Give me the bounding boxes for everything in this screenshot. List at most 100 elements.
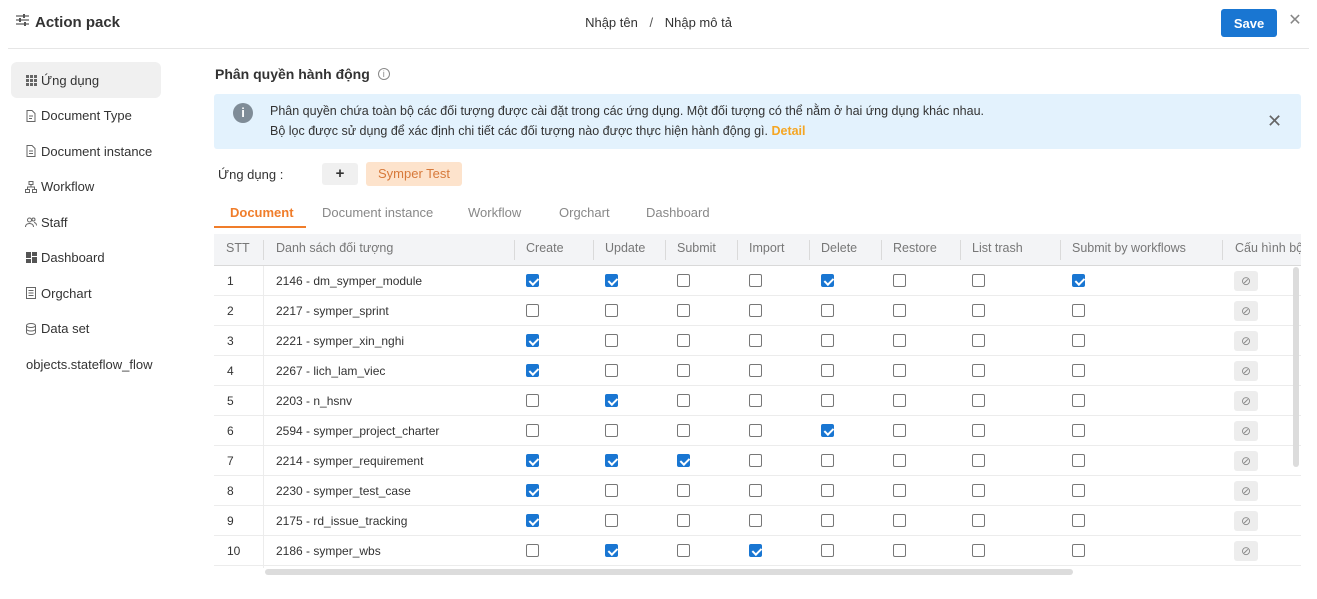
- submit-by-workflows-checkbox[interactable]: [1072, 394, 1085, 407]
- submit-checkbox[interactable]: [677, 484, 690, 497]
- sidebar-item-workflow[interactable]: Workflow: [11, 169, 161, 205]
- submit-by-workflows-checkbox[interactable]: [1072, 514, 1085, 527]
- sidebar-item-staff[interactable]: Staff: [11, 205, 161, 241]
- filter-config-icon[interactable]: ⊘: [1234, 361, 1258, 381]
- import-checkbox[interactable]: [749, 394, 762, 407]
- tab-document-instance[interactable]: Document instance: [322, 205, 433, 220]
- delete-checkbox[interactable]: [821, 424, 834, 437]
- update-checkbox[interactable]: [605, 394, 618, 407]
- import-checkbox[interactable]: [749, 484, 762, 497]
- import-checkbox[interactable]: [749, 274, 762, 287]
- create-checkbox[interactable]: [526, 514, 539, 527]
- close-icon[interactable]: ✕: [1286, 12, 1304, 30]
- submit-checkbox[interactable]: [677, 424, 690, 437]
- submit-by-workflows-checkbox[interactable]: [1072, 334, 1085, 347]
- list-trash-checkbox[interactable]: [972, 334, 985, 347]
- filter-config-icon[interactable]: ⊘: [1234, 271, 1258, 291]
- restore-checkbox[interactable]: [893, 304, 906, 317]
- filter-config-icon[interactable]: ⊘: [1234, 391, 1258, 411]
- detail-link[interactable]: Detail: [771, 124, 805, 138]
- restore-checkbox[interactable]: [893, 334, 906, 347]
- import-checkbox[interactable]: [749, 334, 762, 347]
- tab-document[interactable]: Document: [230, 205, 294, 220]
- create-checkbox[interactable]: [526, 334, 539, 347]
- submit-checkbox[interactable]: [677, 514, 690, 527]
- delete-checkbox[interactable]: [821, 394, 834, 407]
- save-button[interactable]: Save: [1221, 9, 1277, 37]
- update-checkbox[interactable]: [605, 304, 618, 317]
- import-checkbox[interactable]: [749, 364, 762, 377]
- create-checkbox[interactable]: [526, 454, 539, 467]
- create-checkbox[interactable]: [526, 544, 539, 557]
- delete-checkbox[interactable]: [821, 334, 834, 347]
- import-checkbox[interactable]: [749, 424, 762, 437]
- filter-config-icon[interactable]: ⊘: [1234, 451, 1258, 471]
- create-checkbox[interactable]: [526, 364, 539, 377]
- update-checkbox[interactable]: [605, 454, 618, 467]
- submit-by-workflows-checkbox[interactable]: [1072, 274, 1085, 287]
- delete-checkbox[interactable]: [821, 544, 834, 557]
- sidebar-item-ung-dung[interactable]: Ứng dụng: [11, 62, 161, 98]
- name-input[interactable]: Nhập tên: [585, 15, 638, 30]
- sidebar-item-stateflow[interactable]: objects.stateflow_flow: [11, 347, 161, 383]
- update-checkbox[interactable]: [605, 274, 618, 287]
- info-icon[interactable]: i: [377, 68, 390, 80]
- list-trash-checkbox[interactable]: [972, 484, 985, 497]
- restore-checkbox[interactable]: [893, 394, 906, 407]
- restore-checkbox[interactable]: [893, 514, 906, 527]
- update-checkbox[interactable]: [605, 484, 618, 497]
- list-trash-checkbox[interactable]: [972, 364, 985, 377]
- restore-checkbox[interactable]: [893, 544, 906, 557]
- update-checkbox[interactable]: [605, 544, 618, 557]
- list-trash-checkbox[interactable]: [972, 274, 985, 287]
- submit-checkbox[interactable]: [677, 304, 690, 317]
- restore-checkbox[interactable]: [893, 274, 906, 287]
- horizontal-scrollbar[interactable]: [265, 569, 1073, 575]
- submit-by-workflows-checkbox[interactable]: [1072, 304, 1085, 317]
- list-trash-checkbox[interactable]: [972, 454, 985, 467]
- create-checkbox[interactable]: [526, 484, 539, 497]
- filter-config-icon[interactable]: ⊘: [1234, 511, 1258, 531]
- delete-checkbox[interactable]: [821, 454, 834, 467]
- update-checkbox[interactable]: [605, 514, 618, 527]
- submit-by-workflows-checkbox[interactable]: [1072, 364, 1085, 377]
- list-trash-checkbox[interactable]: [972, 304, 985, 317]
- delete-checkbox[interactable]: [821, 484, 834, 497]
- tab-orgchart[interactable]: Orgchart: [559, 205, 610, 220]
- submit-checkbox[interactable]: [677, 334, 690, 347]
- import-checkbox[interactable]: [749, 304, 762, 317]
- delete-checkbox[interactable]: [821, 274, 834, 287]
- list-trash-checkbox[interactable]: [972, 544, 985, 557]
- restore-checkbox[interactable]: [893, 454, 906, 467]
- create-checkbox[interactable]: [526, 424, 539, 437]
- sidebar-item-orgchart[interactable]: Orgchart: [11, 276, 161, 312]
- restore-checkbox[interactable]: [893, 424, 906, 437]
- filter-config-icon[interactable]: ⊘: [1234, 331, 1258, 351]
- filter-config-icon[interactable]: ⊘: [1234, 301, 1258, 321]
- import-checkbox[interactable]: [749, 454, 762, 467]
- submit-checkbox[interactable]: [677, 544, 690, 557]
- submit-checkbox[interactable]: [677, 394, 690, 407]
- tab-workflow[interactable]: Workflow: [468, 205, 521, 220]
- update-checkbox[interactable]: [605, 424, 618, 437]
- submit-by-workflows-checkbox[interactable]: [1072, 484, 1085, 497]
- update-checkbox[interactable]: [605, 364, 618, 377]
- import-checkbox[interactable]: [749, 544, 762, 557]
- vertical-scrollbar[interactable]: [1293, 267, 1299, 467]
- submit-by-workflows-checkbox[interactable]: [1072, 454, 1085, 467]
- submit-checkbox[interactable]: [677, 364, 690, 377]
- filter-config-icon[interactable]: ⊘: [1234, 421, 1258, 441]
- sidebar-item-document-instance[interactable]: Document instance: [11, 134, 161, 170]
- delete-checkbox[interactable]: [821, 514, 834, 527]
- selected-app-chip[interactable]: Symper Test: [366, 162, 463, 186]
- add-app-button[interactable]: +: [322, 163, 358, 185]
- delete-checkbox[interactable]: [821, 364, 834, 377]
- submit-by-workflows-checkbox[interactable]: [1072, 544, 1085, 557]
- restore-checkbox[interactable]: [893, 364, 906, 377]
- create-checkbox[interactable]: [526, 274, 539, 287]
- sidebar-item-dashboard[interactable]: Dashboard: [11, 240, 161, 276]
- filter-config-icon[interactable]: ⊘: [1234, 481, 1258, 501]
- description-input[interactable]: Nhập mô tả: [665, 15, 732, 30]
- sidebar-item-document-type[interactable]: Document Type: [11, 98, 161, 134]
- sidebar-item-data-set[interactable]: Data set: [11, 311, 161, 347]
